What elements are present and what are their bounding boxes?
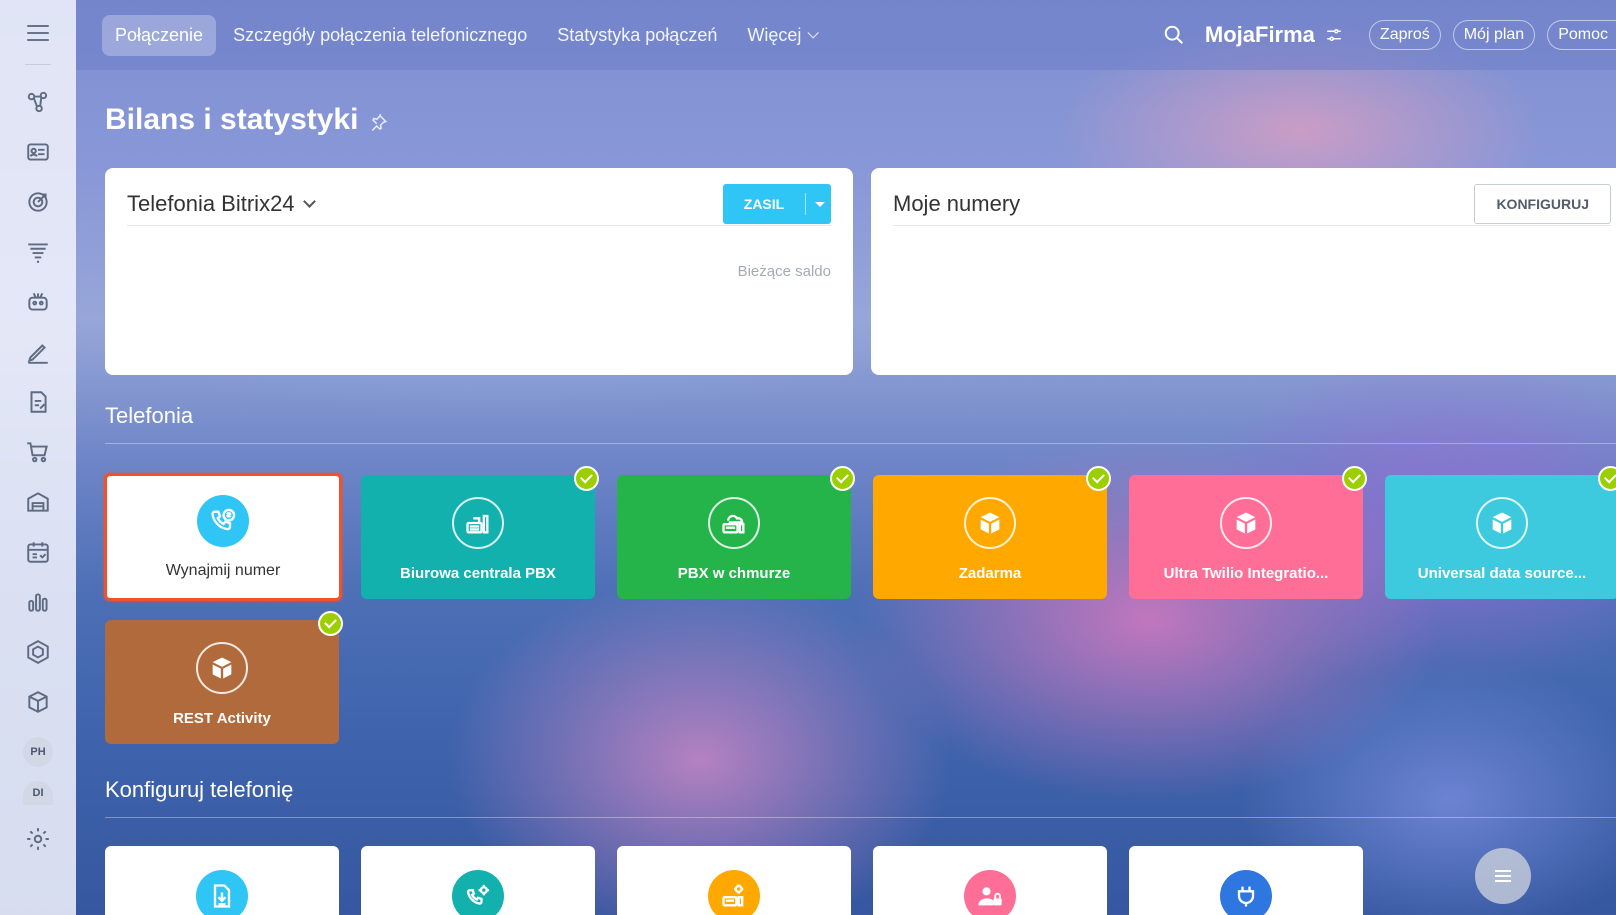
list-icon bbox=[1495, 870, 1511, 882]
tile-label: Zadarma bbox=[958, 565, 1022, 582]
settings-icon[interactable] bbox=[18, 819, 58, 859]
configure-button[interactable]: KONFIGURUJ bbox=[1474, 184, 1611, 224]
tile-label: Wynajmij numer bbox=[165, 562, 281, 579]
tile-zadarma[interactable]: Zadarma bbox=[873, 475, 1107, 599]
target-icon[interactable] bbox=[18, 182, 58, 222]
dropdown-arrow-icon[interactable] bbox=[815, 201, 825, 207]
help-button[interactable]: Pomoc bbox=[1547, 20, 1616, 50]
tab-call-details[interactable]: Szczegóły połączenia telefonicznego bbox=[220, 15, 540, 56]
check-icon bbox=[318, 611, 343, 636]
my-numbers-title: Moje numery bbox=[893, 190, 1021, 216]
check-icon bbox=[1598, 466, 1616, 491]
tile-rest-activity[interactable]: REST Activity bbox=[105, 620, 339, 744]
user-lock-icon bbox=[964, 870, 1016, 915]
avatar[interactable]: PH bbox=[23, 737, 53, 767]
pbx-settings-icon bbox=[708, 870, 760, 915]
warehouse-icon[interactable] bbox=[18, 482, 58, 522]
check-icon bbox=[1086, 466, 1111, 491]
robot-icon[interactable] bbox=[18, 282, 58, 322]
pbx-icon bbox=[452, 497, 504, 549]
section-divider bbox=[105, 817, 1616, 818]
config-tile-pbx-settings[interactable] bbox=[617, 846, 851, 915]
left-sidebar: PH DI bbox=[0, 0, 76, 915]
top-up-button[interactable]: ZASIL bbox=[723, 184, 831, 224]
section-title-configure: Konfiguruj telefonię bbox=[105, 777, 294, 802]
tile-universal-data-source[interactable]: Universal data source... bbox=[1385, 475, 1616, 599]
invite-button[interactable]: Zaproś bbox=[1368, 20, 1441, 50]
sign-icon[interactable] bbox=[18, 332, 58, 372]
page-header: Bilans i statystyki bbox=[105, 103, 388, 137]
tile-label: PBX w chmurze bbox=[677, 565, 791, 582]
config-tile-access[interactable] bbox=[873, 846, 1107, 915]
tile-rent-number[interactable]: Wynajmij numer bbox=[104, 473, 342, 601]
menu-icon[interactable] bbox=[27, 22, 49, 44]
top-right-area: MojaFirma Zaproś Mój plan Pomoc bbox=[1163, 0, 1616, 70]
cloud-pbx-icon bbox=[708, 497, 760, 549]
check-icon bbox=[574, 466, 599, 491]
pin-icon[interactable] bbox=[370, 114, 388, 132]
plug-icon bbox=[1220, 870, 1272, 915]
search-icon[interactable] bbox=[1163, 24, 1185, 46]
tab-bar: Połączenie Szczegóły połączenia telefoni… bbox=[102, 14, 828, 56]
button-divider bbox=[805, 193, 806, 215]
section-divider bbox=[105, 443, 1616, 444]
tile-label: REST Activity bbox=[173, 710, 271, 727]
balance-card-header: Telefonia Bitrix24 ZASIL bbox=[127, 182, 831, 226]
app-box-icon bbox=[196, 642, 248, 694]
contact-center-icon[interactable] bbox=[18, 132, 58, 172]
top-up-label: ZASIL bbox=[743, 196, 785, 212]
phone-settings-icon bbox=[452, 870, 504, 915]
chevron-down-icon bbox=[807, 27, 820, 39]
package-icon[interactable] bbox=[18, 682, 58, 722]
my-plan-button[interactable]: Mój plan bbox=[1452, 20, 1536, 50]
tab-call-statistics[interactable]: Statystyka połączeń bbox=[544, 15, 730, 56]
phone-dollar-icon bbox=[197, 495, 249, 547]
tile-label: Biurowa centrala PBX bbox=[400, 565, 556, 582]
funnel-icon[interactable] bbox=[18, 232, 58, 272]
booking-icon[interactable] bbox=[18, 532, 58, 572]
tab-polaczenie[interactable]: Połączenie bbox=[102, 14, 217, 56]
tab-more-label: Więcej bbox=[747, 24, 802, 45]
analytics-icon[interactable] bbox=[18, 582, 58, 622]
sliders-icon[interactable] bbox=[1325, 26, 1343, 44]
avatar[interactable]: DI bbox=[23, 781, 53, 805]
check-icon bbox=[830, 466, 855, 491]
chevron-down-icon[interactable] bbox=[302, 194, 316, 208]
hexagon-icon[interactable] bbox=[18, 632, 58, 672]
app-box-icon bbox=[1220, 497, 1272, 549]
page-title: Bilans i statystyki bbox=[105, 103, 359, 136]
balance-card: Telefonia Bitrix24 ZASIL Bieżące saldo bbox=[105, 168, 853, 375]
crm-icon[interactable] bbox=[18, 82, 58, 122]
tab-more[interactable]: Więcej bbox=[734, 15, 828, 56]
check-icon bbox=[1342, 466, 1367, 491]
tile-label: Universal data source... bbox=[1417, 565, 1587, 582]
config-tile-phone-settings[interactable] bbox=[361, 846, 595, 915]
my-numbers-card: Moje numery KONFIGURUJ bbox=[871, 168, 1616, 375]
tile-office-pbx[interactable]: Biurowa centrala PBX bbox=[361, 475, 595, 599]
tile-cloud-pbx[interactable]: PBX w chmurze bbox=[617, 475, 851, 599]
config-tile-integration[interactable] bbox=[1129, 846, 1363, 915]
balance-card-title[interactable]: Telefonia Bitrix24 bbox=[127, 191, 295, 217]
config-tile-download[interactable] bbox=[105, 846, 339, 915]
app-box-icon bbox=[1476, 497, 1528, 549]
document-icon[interactable] bbox=[18, 382, 58, 422]
current-balance-label: Bieżące saldo bbox=[737, 263, 831, 280]
app-box-icon bbox=[964, 497, 1016, 549]
download-icon bbox=[196, 870, 248, 915]
company-name[interactable]: MojaFirma bbox=[1205, 22, 1315, 48]
top-bar: Połączenie Szczegóły połączenia telefoni… bbox=[76, 0, 1616, 70]
my-numbers-header: Moje numery KONFIGURUJ bbox=[893, 182, 1611, 226]
cart-icon[interactable] bbox=[18, 432, 58, 472]
tile-label: Ultra Twilio Integratio... bbox=[1163, 565, 1329, 582]
section-title-telefonia: Telefonia bbox=[105, 403, 194, 428]
feed-menu-button[interactable] bbox=[1475, 848, 1531, 904]
tile-ultra-twilio[interactable]: Ultra Twilio Integratio... bbox=[1129, 475, 1363, 599]
sidebar-divider bbox=[25, 64, 51, 65]
